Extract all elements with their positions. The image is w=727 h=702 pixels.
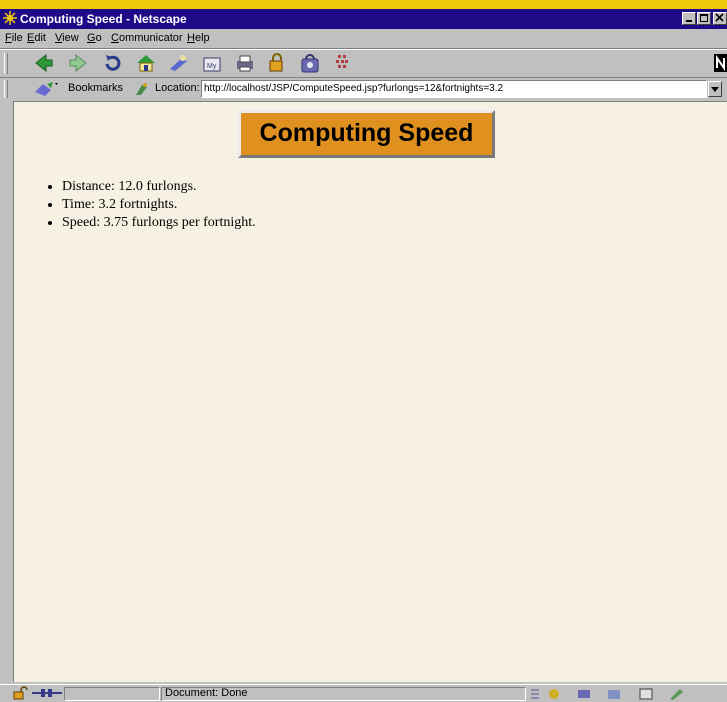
- forward-button[interactable]: [66, 52, 90, 74]
- connection-status[interactable]: [31, 686, 63, 700]
- minimize-button[interactable]: [682, 12, 696, 25]
- maximize-icon: [700, 14, 708, 22]
- list-item-distance: Distance: 12.0 furlongs.: [62, 178, 256, 196]
- back-button[interactable]: [32, 52, 56, 74]
- menu-communicator[interactable]: Communicator: [111, 32, 183, 44]
- window-title: Computing Speed - Netscape: [20, 12, 187, 26]
- reload-button[interactable]: [101, 52, 125, 74]
- navigation-toolbar: My: [0, 50, 727, 77]
- unlocked-icon: [13, 686, 28, 700]
- status-bar: Document: Done: [0, 684, 727, 702]
- bookmarks-label[interactable]: Bookmarks: [68, 82, 123, 94]
- print-button[interactable]: [233, 52, 257, 74]
- shop-button[interactable]: [298, 52, 322, 74]
- chevron-down-icon: [711, 87, 719, 92]
- stop-icon: [336, 55, 348, 68]
- location-icon: [136, 83, 147, 95]
- home-button[interactable]: [134, 52, 158, 74]
- search-button[interactable]: [167, 52, 191, 74]
- minimize-icon: [686, 20, 692, 22]
- my-netscape-button[interactable]: My: [200, 52, 224, 74]
- back-icon: [35, 53, 53, 73]
- close-icon: [715, 13, 724, 22]
- list-item-time: Time: 3.2 fortnights.: [62, 196, 256, 214]
- browser-window: Computing Speed - Netscape File Edit Vie…: [0, 0, 727, 702]
- print-icon: [237, 55, 253, 72]
- maximize-button[interactable]: [697, 12, 711, 25]
- close-button[interactable]: [713, 12, 727, 25]
- netscape-logo-icon: [716, 54, 725, 72]
- status-text: Document: Done: [165, 687, 248, 699]
- page-content: Computing Speed Distance: 12.0 furlongs.…: [13, 101, 727, 682]
- title-bar[interactable]: Computing Speed - Netscape: [0, 9, 727, 29]
- page-heading-box: Computing Speed: [238, 110, 495, 158]
- svg-text:My: My: [207, 63, 217, 70]
- home-icon: [137, 55, 155, 72]
- progress-bar: [64, 687, 160, 701]
- menu-file[interactable]: File: [5, 32, 23, 44]
- online-icon: [32, 689, 62, 697]
- my-netscape-icon: My: [203, 57, 221, 72]
- desktop-strip: [0, 0, 727, 9]
- shop-icon: [301, 54, 319, 73]
- component-bar: [530, 687, 720, 701]
- menu-go[interactable]: Go: [87, 32, 102, 44]
- netscape-throbber[interactable]: [714, 54, 727, 72]
- result-list: Distance: 12.0 furlongs. Time: 3.2 fortn…: [36, 178, 256, 232]
- location-label: Location:: [155, 82, 200, 94]
- menu-bar: File Edit View Go Communicator Help: [0, 29, 727, 48]
- toolbar-grip[interactable]: [4, 53, 8, 74]
- component-icons: [531, 688, 683, 700]
- search-icon: [170, 55, 187, 71]
- menu-edit[interactable]: Edit: [27, 32, 46, 44]
- bookmarks-icon: [35, 82, 58, 96]
- location-grip[interactable]: [4, 80, 8, 98]
- reload-icon: [105, 55, 121, 71]
- bookmarks-button[interactable]: [33, 80, 61, 98]
- page-heading: Computing Speed: [259, 119, 474, 147]
- menu-help[interactable]: Help: [187, 32, 210, 44]
- stop-button[interactable]: [330, 52, 354, 74]
- location-toolbar: Bookmarks Location: http://localhost/JSP…: [0, 78, 727, 100]
- security-button[interactable]: [265, 52, 289, 74]
- forward-icon: [69, 53, 87, 73]
- security-icon: [269, 53, 283, 72]
- url-input[interactable]: http://localhost/JSP/ComputeSpeed.jsp?fu…: [201, 80, 707, 98]
- menu-view[interactable]: View: [55, 32, 79, 44]
- list-item-speed: Speed: 3.75 furlongs per fortnight.: [62, 214, 256, 232]
- netscape-app-icon: [3, 11, 17, 25]
- url-dropdown-button[interactable]: [708, 81, 722, 97]
- security-status[interactable]: [12, 686, 28, 700]
- page-proxy[interactable]: [134, 81, 150, 97]
